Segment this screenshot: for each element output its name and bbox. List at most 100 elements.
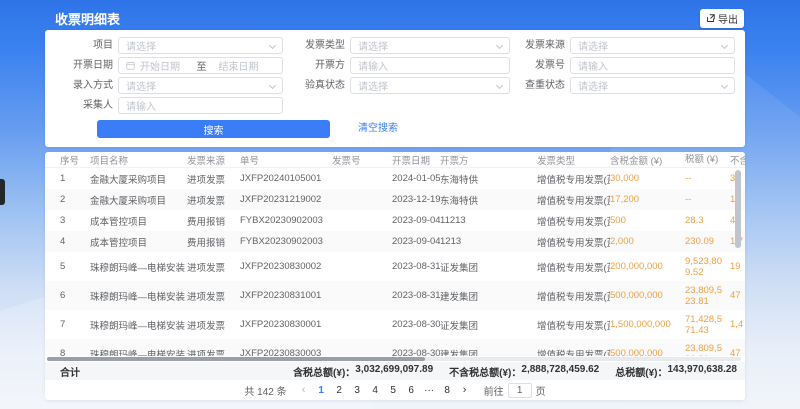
invoice-type-select[interactable]: 请选择 [350,37,510,54]
project-label: 项目 [53,37,113,54]
entry-method-select[interactable]: 请选择 [118,77,283,94]
table-cell: 增值税专用发票(蓝) [537,193,610,207]
table-cell: 9,523,809.52 [685,256,730,278]
table-cell: 成本管控项目 [90,235,187,249]
horizontal-scrollbar-thumb[interactable] [47,357,425,361]
pagination: 共 142 条 ‹ 1 2 3 4 5 6 ··· 8 › 前往 页 [45,380,745,400]
table-cell: 7 [60,319,90,330]
column-header: 发票号 [332,153,392,167]
column-header: 税额 (¥) [685,154,730,165]
table-cell: 500 [610,215,685,226]
chevron-down-icon [721,82,728,89]
total-with-tax-label: 含税总额(¥)： [293,364,355,379]
page: 收票明细表 导出 项目 请选择 发票类型 请选择 发票来源 请选择 开票日期 [0,0,800,409]
table-cell: 金融大厦采购项目 [90,172,187,186]
table-cell: 增值税专用发票(蓝) [537,289,610,303]
more-pages-icon[interactable]: ··· [423,385,436,396]
drawer-handle[interactable] [0,179,5,205]
table-cell: 费用报销 [187,214,240,228]
table-cell: 4 [60,236,90,247]
table-cell: 增值税专用发票(蓝) [537,318,610,332]
issuer-input[interactable]: 请输入 [350,57,510,74]
project-placeholder: 请选择 [126,38,156,53]
clear-search-button[interactable]: 清空搜索 [358,120,398,138]
table-cell: 2 [60,194,90,205]
invoice-no-input[interactable]: 请输入 [570,57,735,74]
invoice-type-placeholder: 请选择 [358,38,388,53]
table-cell: 进项发票 [187,172,240,186]
table-row: 7珠穆朗玛峰—电梯安装进项发票JXFP202308300012023-08-30… [45,310,745,339]
table-cell: 珠穆朗玛峰—电梯安装 [90,260,187,274]
search-button[interactable]: 搜索 [97,120,330,138]
column-header: 开票方 [440,153,537,167]
table-cell: 2023-09-04 [392,215,440,226]
filter-panel: 项目 请选择 发票类型 请选择 发票来源 请选择 开票日期 开始日期 至 结束日… [45,30,745,147]
collector-placeholder: 请输入 [126,98,156,113]
column-header: 序号 [60,153,90,167]
table-cell: 2023-08-31 [392,261,440,272]
total-tax-value: 143,970,638.28 [667,364,737,379]
export-icon [706,14,715,23]
table-cell: 230.09 [685,236,730,247]
dup-status-label: 查重状态 [500,77,565,94]
table-cell: 1,4 [730,319,745,330]
page-button-1[interactable]: 1 [315,385,328,396]
table-cell: 2023-08-30 [392,319,440,330]
page-button-8[interactable]: 8 [441,385,454,396]
issuer-placeholder: 请输入 [358,58,388,73]
page-button-6[interactable]: 6 [405,385,418,396]
total-with-tax-value: 3,032,699,097.89 [355,364,433,379]
collector-input[interactable]: 请输入 [118,97,283,114]
invoice-source-select[interactable]: 请选择 [570,37,735,54]
table-cell: 2023-12-19 [392,194,440,205]
entry-method-label: 录入方式 [53,77,113,94]
column-header: 发票类型 [537,153,610,167]
table-cell: 23,809,523.81 [685,285,730,307]
table-row: 1金融大厦采购项目进项发票JXFP202401050012024-01-05东海… [45,168,745,189]
table-row: 6珠穆朗玛峰—电梯安装进项发票JXFP202308310012023-08-31… [45,281,745,310]
next-page-button[interactable]: › [459,384,471,396]
invoice-no-placeholder: 请输入 [578,58,608,73]
page-button-4[interactable]: 4 [369,385,382,396]
table-row: 3成本管控项目费用报销FYBX202309020032023-09-041121… [45,210,745,231]
page-button-2[interactable]: 2 [333,385,346,396]
verify-status-select[interactable]: 请选择 [350,77,510,94]
page-button-3[interactable]: 3 [351,385,364,396]
table-cell: 金融大厦采购项目 [90,193,187,207]
dup-status-select[interactable]: 请选择 [570,77,735,94]
table-cell: JXFP20230831001 [240,290,332,301]
goto-page-input[interactable] [508,383,532,398]
total-without-tax-value: 2,888,728,459.62 [521,364,599,379]
invoice-date-range-picker[interactable]: 开始日期 至 结束日期 [118,57,283,74]
table-cell: 进项发票 [187,260,240,274]
project-select[interactable]: 请选择 [118,37,283,54]
chevron-down-icon [269,82,276,89]
table-cell: JXFP20230830002 [240,261,332,272]
table-cell: -- [685,173,730,184]
chevron-down-icon [721,42,728,49]
table-cell: 17,200 [610,194,685,205]
invoice-source-placeholder: 请选择 [578,38,608,53]
vertical-scrollbar[interactable] [735,170,741,248]
table-cell: JXFP20230830001 [240,319,332,330]
prev-page-button[interactable]: ‹ [298,384,310,396]
verify-status-label: 验真状态 [285,77,345,94]
table-cell: JXFP20240105001 [240,173,332,184]
table-cell: 建发集团 [440,289,537,303]
table-cell: 证发集团 [440,260,537,274]
export-button[interactable]: 导出 [700,9,744,28]
total-without-tax-label: 不含税总额(¥)： [449,364,521,379]
collector-label: 采集人 [53,97,113,114]
table-cell: 30,000 [610,173,685,184]
invoice-source-label: 发票来源 [500,37,565,54]
invoice-type-label: 发票类型 [285,37,345,54]
table-cell: 费用报销 [187,235,240,249]
page-button-5[interactable]: 5 [387,385,400,396]
table-cell: 增值税专用发票(蓝) [537,260,610,274]
table-cell: 1,500,000,000 [610,319,685,330]
goto-page-suffix: 页 [536,383,546,398]
table-row: 4成本管控项目费用报销FYBX202309020032023-09-041213… [45,231,745,252]
table-cell: 进项发票 [187,193,240,207]
export-button-label: 导出 [718,11,738,26]
table-cell: 2023-09-04 [392,236,440,247]
